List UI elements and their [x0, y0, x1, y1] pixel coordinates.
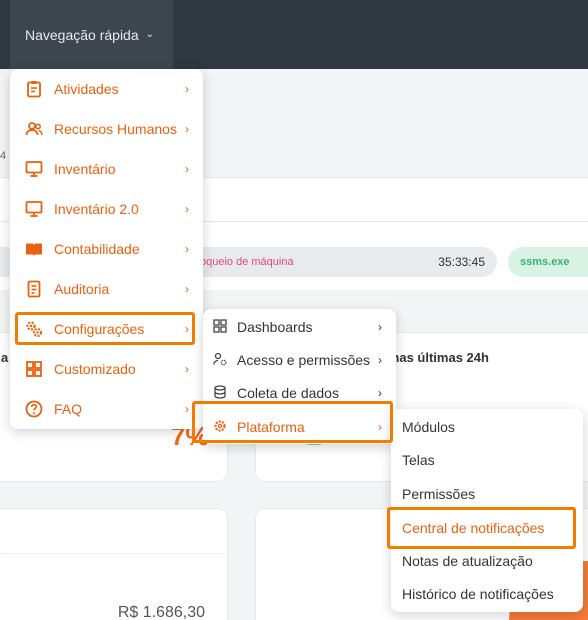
audit-icon	[27, 280, 41, 298]
event-pill-time: 35:33:45	[438, 255, 485, 269]
submenu-item-label: Acesso e permissões	[237, 351, 371, 368]
quick-navigation-label: Navegação rápida	[25, 26, 139, 43]
dashboard-icon	[213, 319, 227, 333]
menu-item-label: Contabilidade	[54, 241, 140, 257]
menu-item-label: Inventário	[54, 161, 116, 177]
top-bar: Navegação rápida ⌄	[0, 0, 588, 69]
menu-item-inventario[interactable]: Inventário ›	[10, 149, 203, 189]
quick-navigation-button[interactable]: Navegação rápida ⌄	[10, 0, 173, 69]
platform-item-notas-atualizacao[interactable]: Notas de atualização	[402, 544, 533, 578]
menu-item-label: Recursos Humanos	[54, 121, 177, 137]
platform-item-permissoes[interactable]: Permissões	[402, 477, 475, 511]
chevron-right-icon: ›	[185, 362, 189, 376]
grid-icon	[26, 361, 42, 377]
highlight-configuracoes	[15, 312, 195, 345]
chevron-right-icon: ›	[185, 282, 189, 296]
card-left-title: a	[1, 350, 9, 365]
menu-item-inventario-2[interactable]: Inventário 2.0 ›	[10, 189, 203, 229]
user-gear-icon	[213, 352, 227, 366]
menu-item-label: Auditoria	[54, 281, 110, 297]
amount-value: R$ 1.686,30	[117, 604, 205, 620]
platform-item-modulos[interactable]: Módulos	[402, 410, 455, 444]
menu-item-label: Customizado	[54, 361, 136, 377]
monitor-icon	[25, 161, 43, 177]
app-pill: ssms.exe	[508, 247, 588, 277]
chevron-right-icon: ›	[185, 242, 189, 256]
submenu-item-label: Coleta de dados	[237, 384, 339, 401]
event-pill-label: oqueio de máquina	[200, 256, 294, 268]
menu-item-recursos-humanos[interactable]: Recursos Humanos ›	[10, 109, 203, 149]
submenu-item-label: Dashboards	[237, 318, 313, 335]
submenu-item-dashboards[interactable]: Dashboards ›	[203, 310, 396, 343]
chevron-right-icon: ›	[185, 202, 189, 216]
book-icon	[26, 243, 42, 256]
highlight-plataforma	[192, 401, 393, 443]
database-icon	[214, 385, 226, 399]
highlight-central-notificacoes	[387, 507, 576, 549]
menu-item-atividades[interactable]: Atividades ›	[10, 69, 203, 109]
chevron-right-icon: ›	[185, 402, 189, 416]
chevron-down-icon: ⌄	[145, 29, 155, 40]
menu-item-label: Atividades	[54, 81, 119, 97]
chevron-right-icon: ›	[185, 82, 189, 96]
card-amount: R$ 1.686,30	[0, 508, 229, 620]
clipboard-icon	[27, 81, 41, 98]
chevron-right-icon: ›	[378, 352, 382, 367]
chevron-right-icon: ›	[378, 385, 382, 400]
platform-item-historico-notificacoes[interactable]: Histórico de notificações	[402, 577, 554, 611]
submenu-item-acesso-permissoes[interactable]: Acesso e permissões ›	[203, 343, 396, 376]
card-divider	[1, 553, 229, 554]
chevron-right-icon: ›	[185, 162, 189, 176]
menu-item-label: FAQ	[54, 401, 83, 417]
platform-item-telas[interactable]: Telas	[402, 443, 435, 477]
bg-number: 4	[0, 150, 7, 162]
menu-item-faq[interactable]: FAQ ›	[10, 389, 203, 429]
menu-item-customizado[interactable]: Customizado ›	[10, 349, 203, 389]
menu-item-label: Inventário 2.0	[54, 201, 139, 217]
quick-navigation-menu: Atividades › Recursos Humanos › Inventár…	[10, 69, 203, 429]
menu-item-auditoria[interactable]: Auditoria ›	[10, 269, 203, 309]
menu-item-contabilidade[interactable]: Contabilidade ›	[10, 229, 203, 269]
question-icon	[25, 400, 43, 418]
chevron-right-icon: ›	[378, 319, 382, 334]
app-pill-label: ssms.exe	[520, 256, 570, 268]
users-icon	[25, 122, 43, 136]
monitor-icon	[25, 201, 43, 217]
chevron-right-icon: ›	[185, 122, 189, 136]
